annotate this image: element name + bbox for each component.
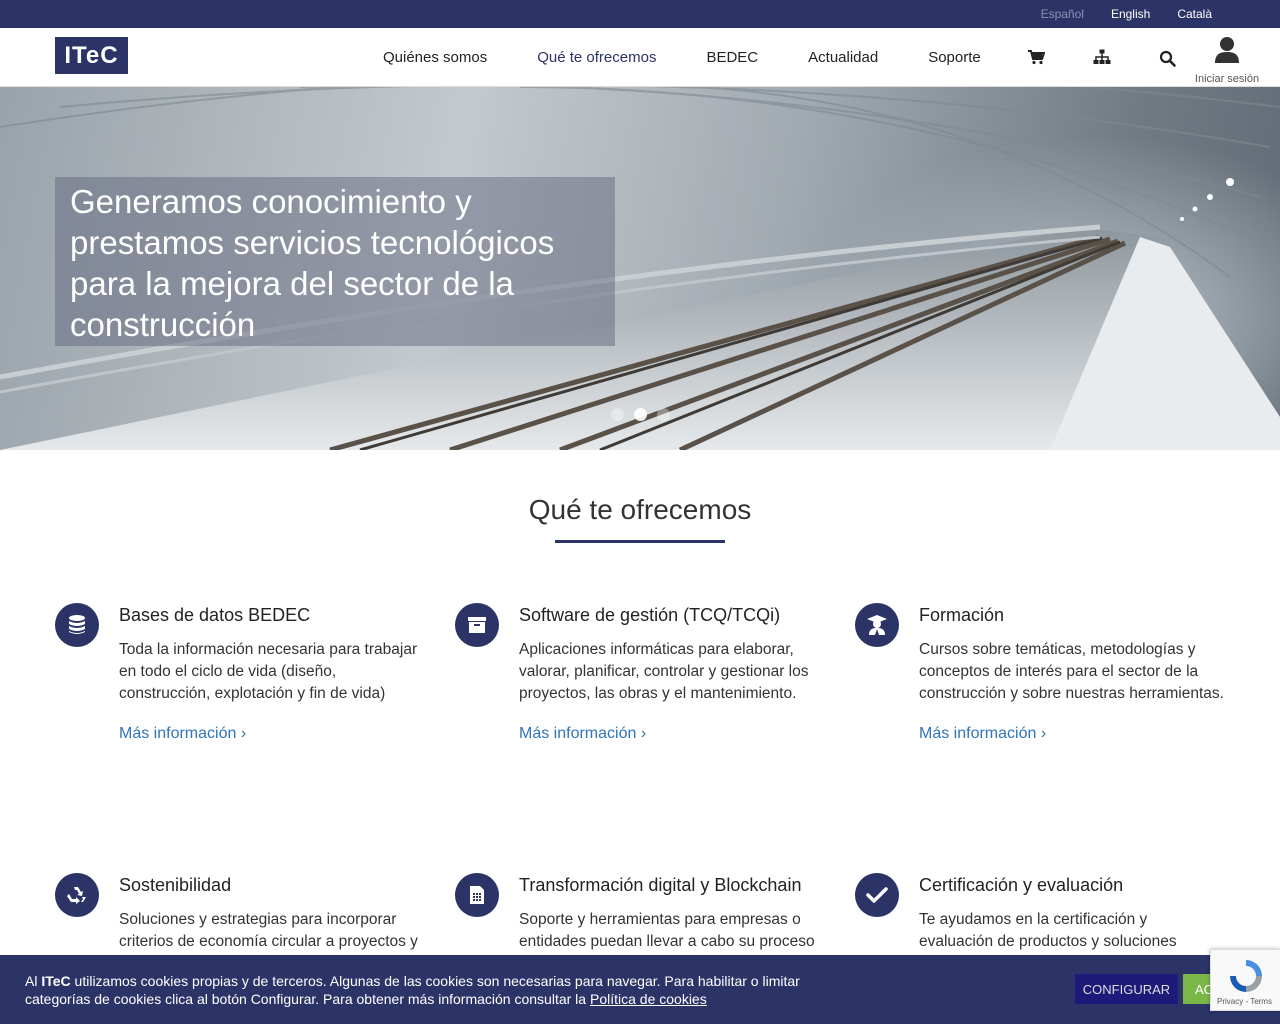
login-button[interactable]: Iniciar sesión xyxy=(1190,36,1264,85)
card-more-link[interactable]: Más información › xyxy=(519,725,646,743)
itec-logo[interactable]: ITeC xyxy=(55,37,128,74)
language-bar: Español English Català xyxy=(0,0,1280,28)
nav-que-te-ofrecemos[interactable]: Qué te ofrecemos xyxy=(537,49,656,66)
card-text: Cursos sobre temáticas, metodologías y c… xyxy=(919,641,1224,702)
section-title: Qué te ofrecemos xyxy=(528,494,752,525)
cookie-banner: Al ITeC utilizamos cookies propias y de … xyxy=(0,955,1280,1024)
recaptcha-icon xyxy=(1230,960,1262,992)
hero-carousel[interactable]: Generamos conocimiento y prestamos servi… xyxy=(0,87,1280,450)
cookie-policy-link[interactable]: Política de cookies xyxy=(590,991,707,1007)
main-nav: Quiénes somos Qué te ofrecemos BEDEC Act… xyxy=(358,28,1006,86)
card-formacion: Formación Cursos sobre temáticas, metodo… xyxy=(855,603,1225,743)
card-text: Soporte y herramientas para empresas o e… xyxy=(519,911,815,950)
recycle-icon xyxy=(55,873,99,917)
nav-bedec[interactable]: BEDEC xyxy=(706,49,758,66)
card-text: Te ayudamos en la certificación y evalua… xyxy=(919,911,1177,950)
card-sostenibilidad: Sostenibilidad Soluciones y estrategias … xyxy=(55,873,425,953)
carousel-dot-3[interactable] xyxy=(657,408,670,421)
card-certificacion: Certificación y evaluación Te ayudamos e… xyxy=(855,873,1225,953)
card-title: Software de gestión (TCQ/TCQi) xyxy=(519,605,781,625)
carousel-dots xyxy=(611,408,670,421)
card-title: Certificación y evaluación xyxy=(919,875,1124,895)
lang-catala[interactable]: Català xyxy=(1177,7,1212,21)
card-title: Bases de datos BEDEC xyxy=(119,605,311,625)
search-icon[interactable] xyxy=(1159,50,1177,68)
cookie-brand: ITeC xyxy=(41,973,71,989)
hero-caption: Generamos conocimiento y prestamos servi… xyxy=(55,177,615,346)
title-underline xyxy=(555,540,725,543)
card-title: Formación xyxy=(919,605,1005,625)
card-text: Soluciones y estrategias para incorporar… xyxy=(119,911,418,950)
card-bedec: Bases de datos BEDEC Toda la información… xyxy=(55,603,425,743)
check-icon xyxy=(855,873,899,917)
user-icon xyxy=(1215,37,1239,63)
recaptcha-badge[interactable]: Privacy - Terms xyxy=(1210,949,1280,1011)
nav-soporte[interactable]: Soporte xyxy=(928,49,981,66)
nav-quienes-somos[interactable]: Quiénes somos xyxy=(383,49,487,66)
recaptcha-footer[interactable]: Privacy - Terms xyxy=(1217,997,1272,1006)
card-transformacion: Transformación digital y Blockchain Sopo… xyxy=(455,873,825,953)
card-text: Aplicaciones informáticas para elaborar,… xyxy=(519,641,809,702)
sitemap-icon[interactable] xyxy=(1093,48,1111,66)
nav-actualidad[interactable]: Actualidad xyxy=(808,49,878,66)
card-software: Software de gestión (TCQ/TCQi) Aplicacio… xyxy=(455,603,825,743)
card-more-link[interactable]: Más información › xyxy=(919,725,1046,743)
database-icon xyxy=(55,603,99,647)
card-more-link[interactable]: Más información › xyxy=(119,725,246,743)
login-label: Iniciar sesión xyxy=(1194,73,1260,85)
card-title: Transformación digital y Blockchain xyxy=(519,875,802,895)
lang-english[interactable]: English xyxy=(1111,7,1150,21)
card-text: Toda la información necesaria para traba… xyxy=(119,641,418,702)
graduate-icon xyxy=(855,603,899,647)
cart-icon[interactable] xyxy=(1027,48,1045,66)
cookie-text: Al ITeC utilizamos cookies propias y de … xyxy=(25,973,800,1007)
carousel-dot-2[interactable] xyxy=(634,408,647,421)
carousel-dot-1[interactable] xyxy=(611,408,624,421)
archive-icon xyxy=(455,603,499,647)
card-title: Sostenibilidad xyxy=(119,875,232,895)
hero-heading: Generamos conocimiento y prestamos servi… xyxy=(70,183,555,343)
site-header: ITeC Quiénes somos Qué te ofrecemos BEDE… xyxy=(0,28,1280,87)
configure-button[interactable]: CONFIGURAR xyxy=(1075,974,1178,1004)
calculator-icon xyxy=(455,873,499,917)
lang-espanol[interactable]: Español xyxy=(1041,7,1084,21)
